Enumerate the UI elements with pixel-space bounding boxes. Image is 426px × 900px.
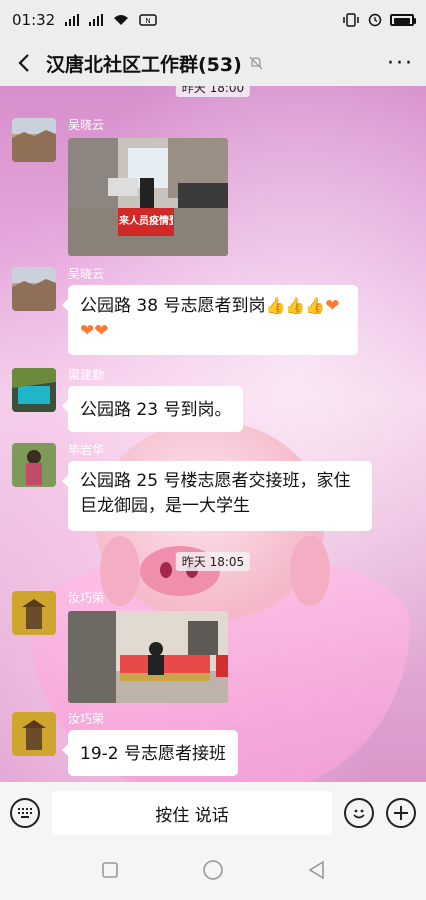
plus-icon[interactable] <box>386 798 416 828</box>
time-separator: 昨天 18:05 <box>175 552 251 571</box>
orange-heart-icon: ❤ <box>94 321 109 341</box>
sender-name: 吴晓云 <box>68 118 105 132</box>
mute-bell-icon <box>248 55 264 71</box>
message-item: 毕岩华 公园路 25 号楼志愿者交接班，家住 巨龙御园，是一大学生 <box>12 443 412 533</box>
message-item: 汝巧荣 <box>12 591 412 711</box>
avatar[interactable] <box>12 118 56 162</box>
svg-text:N: N <box>146 17 151 25</box>
text-bubble[interactable]: 公园路 38 号志愿者到岗👍👍👍❤ ❤❤ <box>62 285 358 355</box>
orange-heart-icon: ❤ <box>80 321 95 341</box>
vibrate-icon <box>343 13 359 27</box>
avatar[interactable] <box>12 368 56 412</box>
thumbs-up-icon: 👍 <box>285 296 306 315</box>
message-text: 公园路 23 号到岗。 <box>80 400 232 420</box>
wifi-icon <box>114 15 129 25</box>
sender-name: 毕岩华 <box>68 443 105 457</box>
thumbs-up-icon: 👍 <box>265 296 286 315</box>
sim-signal-2-icon <box>89 14 104 26</box>
avatar[interactable] <box>12 267 56 311</box>
thumbs-up-icon: 👍 <box>305 296 326 315</box>
text-bubble[interactable]: 公园路 23 号到岗。 <box>61 386 244 432</box>
message-text-line-1: 公园路 25 号楼志愿者交接班，家住 <box>80 471 351 491</box>
message-item: 汝巧荣 19-2 号志愿者接班 <box>12 712 412 782</box>
more-options-icon[interactable]: ··· <box>387 51 414 76</box>
chat-area[interactable]: 昨天 18:00 吴晓云 来人员疫情登记 吴晓云 <box>0 86 426 782</box>
emoji-icon[interactable] <box>344 798 374 828</box>
message-item: 梁建勤 公园路 23 号到岗。 <box>12 368 412 438</box>
avatar[interactable] <box>12 591 56 635</box>
status-time: 01:32 <box>12 11 56 29</box>
nfc-icon: N <box>139 14 157 26</box>
sender-name: 汝巧荣 <box>68 591 105 605</box>
chat-title: 汉唐北社区工作群(53) <box>46 53 242 76</box>
text-bubble[interactable]: 19-2 号志愿者接班 <box>62 730 238 776</box>
system-nav-bar <box>0 844 426 900</box>
home-icon[interactable] <box>202 859 224 885</box>
message-item: 吴晓云 来人员疫情登记 <box>12 118 412 258</box>
back-triangle-icon[interactable] <box>307 860 325 884</box>
avatar[interactable] <box>12 712 56 756</box>
photo-message[interactable] <box>68 611 228 703</box>
text-bubble[interactable]: 公园路 25 号楼志愿者交接班，家住 巨龙御园，是一大学生 <box>62 461 372 531</box>
message-text: 19-2 号志愿者接班 <box>80 744 226 764</box>
sender-name: 梁建勤 <box>68 368 105 382</box>
photo-message[interactable]: 来人员疫情登记 <box>68 138 228 256</box>
keyboard-icon[interactable] <box>10 798 40 828</box>
hold-to-talk-button[interactable]: 按住 说话 <box>52 791 332 835</box>
message-item: 吴晓云 公园路 38 号志愿者到岗👍👍👍❤ ❤❤ <box>12 267 412 363</box>
time-separator: 昨天 18:00 <box>175 86 251 97</box>
recent-apps-icon[interactable] <box>101 861 119 883</box>
chat-header: 汉唐北社区工作群(53) ··· <box>0 40 426 86</box>
alarm-icon <box>368 13 382 27</box>
banner-text: 来人员疫情登记 <box>119 216 173 227</box>
message-text: 公园路 38 号志愿者到岗 <box>80 296 266 316</box>
avatar[interactable] <box>12 443 56 487</box>
orange-heart-icon: ❤ <box>325 296 340 316</box>
sim-signal-1-icon <box>65 14 80 26</box>
battery-icon <box>390 14 416 26</box>
input-bar: 按住 说话 <box>0 782 426 844</box>
message-text-line-2: 巨龙御园，是一大学生 <box>80 496 250 516</box>
back-icon[interactable] <box>12 51 36 75</box>
sender-name: 吴晓云 <box>68 267 105 281</box>
sender-name: 汝巧荣 <box>68 712 105 726</box>
status-bar: 01:32 N <box>0 0 426 40</box>
